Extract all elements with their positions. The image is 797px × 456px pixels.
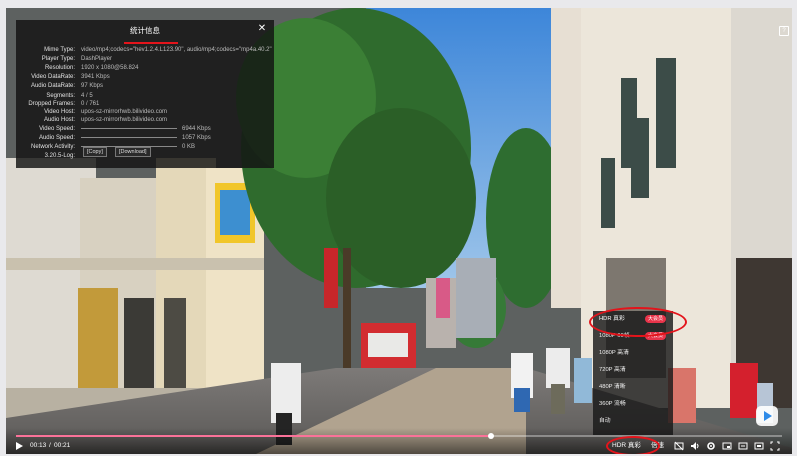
stats-label: 3.20.5-Log: [44,153,75,159]
speed-graph [81,137,177,141]
quality-option-auto[interactable]: 自动 [599,415,611,427]
stats-row-mime-type: Mime Type: video/mp4;codecs="hev1.2.4.L1… [16,47,274,55]
subtitle-off-icon [674,441,684,451]
stats-label: Dropped Frames: [28,101,75,107]
quality-option-label: 自动 [599,418,611,424]
stats-row-segments: Segments: 4 / 5 [16,93,274,101]
stats-label: Video DataRate: [31,74,75,80]
volume-icon [691,442,699,450]
stats-row-audio-datarate: Audio DataRate: 97 Kbps [16,83,274,91]
stats-label: Video Host: [44,109,75,115]
web-fullscreen-button[interactable] [754,441,764,451]
pip-button[interactable] [722,441,732,451]
annotation-ring-hdr-option [589,307,687,337]
stats-label: Resolution: [44,65,75,71]
player-controls: 00:13 / 00:21 HDR 真彩 倍速 [6,428,792,454]
current-time: 00:13 [30,442,47,449]
copy-log-button[interactable]: [Copy] [83,147,107,157]
stats-value: 0 KB [182,144,196,150]
stats-label: Audio Host: [43,117,75,123]
quality-option-720p[interactable]: 720P 高清 [599,364,626,376]
web-fullscreen-icon [754,442,764,450]
annotation-ring-quality-button [606,436,660,454]
stats-label: Player Type: [41,56,75,62]
stats-value: upos-sz-mirrorhwb.bilivideo.com [81,109,168,115]
quality-option-1080p[interactable]: 1080P 高清 [599,347,629,359]
play-icon [16,442,23,450]
volume-button[interactable] [690,441,700,451]
download-log-button[interactable]: [Download] [115,147,151,157]
stats-value: upos-sz-mirrorhwb.bilivideo.com [81,117,168,123]
play-button[interactable] [14,441,24,451]
gear-icon [707,442,715,450]
stats-label: Network Activity: [30,144,75,150]
widescreen-button[interactable] [738,441,748,451]
stats-label: Audio Speed: [38,135,75,141]
stats-close-button[interactable]: ✕ [256,23,268,35]
quality-option-480p[interactable]: 480P 清晰 [599,381,626,393]
stats-label: Mime Type: [44,47,75,53]
stats-row-audio-host: Audio Host: upos-sz-mirrorhwb.bilivideo.… [16,117,274,125]
stats-label: Segments: [46,93,75,99]
stats-value: 6944 Kbps [182,126,211,132]
subtitle-off-button[interactable] [674,441,684,451]
stats-value: 1920 x 1080@58.824 [81,65,139,71]
help-icon[interactable]: ? [779,26,789,36]
stats-row-resolution: Resolution: 1920 x 1080@58.824 [16,65,274,73]
speed-graph [81,128,177,132]
fullscreen-button[interactable] [770,441,780,451]
quality-option-label: 720P 高清 [599,367,626,373]
time-separator: / [49,442,51,449]
stats-row-audio-speed: Audio Speed: 1057 Kbps [16,135,274,143]
stats-row-video-host: Video Host: upos-sz-mirrorhwb.bilivideo.… [16,109,274,117]
stats-row-dropped-frames: Dropped Frames: 0 / 761 [16,101,274,109]
fullscreen-icon [770,441,780,451]
stats-value: DashPlayer [81,56,113,62]
stats-value: 4 / 5 [81,93,93,99]
cast-button[interactable] [756,406,778,426]
page-top-bar [0,0,797,8]
picture-in-picture-icon [722,442,732,450]
quality-option-360p[interactable]: 360P 流畅 [599,398,626,410]
play-icon [764,411,772,421]
stats-label: Video Speed: [39,126,75,132]
quality-option-label: 360P 流畅 [599,401,626,407]
stats-row-video-datarate: Video DataRate: 3941 Kbps [16,74,274,82]
stats-row-video-speed: Video Speed: 6944 Kbps [16,126,274,134]
video-player[interactable]: 统计信息 ✕ Mime Type: video/mp4;codecs="hev1… [6,8,792,454]
stats-title: 统计信息 [130,26,160,35]
stats-value: 3941 Kbps [81,74,110,80]
duration: 00:21 [54,442,71,449]
progress-handle[interactable] [487,433,494,439]
progress-fill [16,435,491,437]
settings-button[interactable] [706,441,716,451]
stats-value: 0 / 761 [81,101,100,107]
stats-value: 97 Kbps [81,83,104,89]
annotation-underline [124,42,178,44]
widescreen-icon [738,442,748,450]
quality-option-label: 480P 清晰 [599,384,626,390]
stats-value: video/mp4;codecs="hev1.2.4.L123.90", aud… [81,47,272,53]
stats-value: 1057 Kbps [182,135,211,141]
stats-row-player-type: Player Type: DashPlayer [16,56,274,64]
quality-option-label: 1080P 高清 [599,350,629,356]
progress-bar[interactable] [16,433,782,439]
stats-label: Audio DataRate: [30,83,75,89]
